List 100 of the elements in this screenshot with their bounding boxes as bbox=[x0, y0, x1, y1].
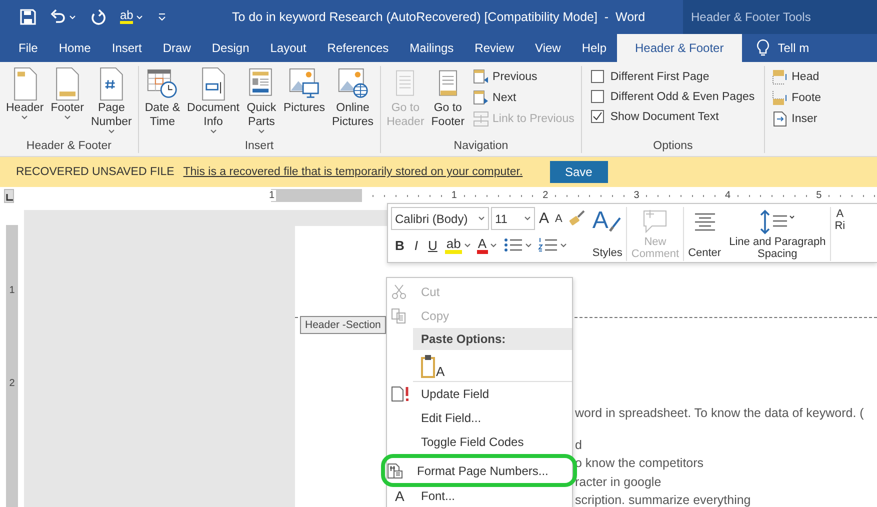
undo-button[interactable] bbox=[50, 9, 76, 25]
ribbon-tab[interactable]: Design bbox=[201, 34, 260, 62]
ribbon-tab[interactable]: Draw bbox=[152, 34, 202, 62]
format-painter-icon bbox=[568, 210, 586, 228]
menu-item[interactable]: Update Field bbox=[387, 382, 572, 406]
ruler-number: 4 bbox=[724, 190, 732, 201]
checkbox-label: Show Document Text bbox=[610, 110, 719, 122]
checkbox[interactable] bbox=[591, 90, 604, 103]
menu-item[interactable]: A Font... bbox=[387, 484, 572, 507]
ribbon-button[interactable]: Go to Footer bbox=[428, 66, 468, 130]
ribbon-tab[interactable]: Layout bbox=[260, 34, 317, 62]
scissors-icon bbox=[391, 284, 407, 300]
ribbon-button[interactable]: Next bbox=[470, 88, 576, 108]
ruler-number: 1 bbox=[8, 285, 16, 296]
next-section-icon bbox=[472, 90, 489, 106]
lightbulb-icon bbox=[756, 39, 770, 57]
caret-icon bbox=[136, 14, 144, 20]
grow-font-button[interactable]: A bbox=[537, 208, 552, 230]
calendar-clock-icon bbox=[146, 67, 178, 101]
ribbon-button[interactable]: Online Pictures bbox=[329, 66, 377, 130]
group-label: Header & Footer bbox=[26, 139, 112, 153]
ribbon-button[interactable]: Head bbox=[770, 67, 824, 87]
ribbon-button[interactable]: Previous bbox=[470, 67, 576, 87]
header-section-tag: Header -Section bbox=[300, 316, 386, 334]
ribbon-tab[interactable]: Header & Footer bbox=[617, 34, 742, 62]
body-text: d bbox=[575, 436, 583, 454]
picture-monitor-icon bbox=[288, 67, 320, 101]
undo-icon bbox=[50, 9, 66, 25]
menu-item[interactable]: Edit Field... bbox=[387, 406, 572, 430]
ribbon-button[interactable]: Quick Parts bbox=[243, 66, 280, 135]
caret-icon bbox=[524, 216, 531, 221]
shrink-font-button[interactable]: A bbox=[553, 208, 564, 230]
tab-stop-icon bbox=[5, 194, 13, 202]
italic-button[interactable]: I bbox=[410, 234, 422, 256]
font-name-field[interactable]: Calibri (Body) bbox=[391, 207, 489, 230]
group-label: Insert bbox=[244, 139, 274, 153]
ribbon-button[interactable]: Inser bbox=[770, 109, 824, 129]
ribbon-button[interactable]: Footer bbox=[48, 66, 87, 121]
group-label: Options bbox=[653, 139, 693, 153]
ruler-number: 3 bbox=[632, 190, 640, 201]
ribbon-tab[interactable]: Insert bbox=[101, 34, 152, 62]
toolbar-button[interactable]: Line and Paragraph Spacing bbox=[725, 207, 830, 261]
checkbox-label: Different Odd & Even Pages bbox=[610, 90, 755, 102]
header-position-icon bbox=[772, 69, 788, 85]
toolbar-button[interactable]: Center bbox=[683, 207, 726, 261]
ribbon-tab[interactable]: Review bbox=[464, 34, 525, 62]
toolbar-button[interactable]: A Ri bbox=[830, 207, 850, 261]
numbered-list-icon bbox=[538, 237, 558, 253]
menu-section-label: Paste Options: bbox=[413, 328, 572, 350]
paste-keep-text-button[interactable]: A bbox=[421, 354, 445, 378]
bullet-list-icon bbox=[502, 237, 523, 253]
group-label: Navigation bbox=[454, 139, 508, 153]
ribbon-tab[interactable]: View bbox=[524, 34, 572, 62]
toolbar-button[interactable]: A Styles bbox=[588, 207, 626, 261]
menu-item[interactable]: Format Page Numbers... bbox=[381, 454, 577, 487]
tell-me-button[interactable]: Tell m bbox=[742, 34, 810, 62]
font-size-field[interactable]: 11 bbox=[491, 207, 535, 230]
context-tab-group: Header & Footer Tools bbox=[683, 0, 877, 34]
save-button[interactable] bbox=[20, 9, 36, 25]
update-field-icon bbox=[391, 386, 411, 402]
tab-selector[interactable] bbox=[4, 189, 14, 203]
ruler-number: 1 bbox=[268, 190, 276, 201]
customize-icon bbox=[157, 11, 168, 23]
insert-tab-icon bbox=[772, 111, 788, 127]
caret-icon bbox=[560, 242, 567, 248]
repeat-button[interactable] bbox=[90, 9, 106, 25]
underline-button[interactable]: U bbox=[424, 234, 442, 256]
ribbon-button[interactable]: Date & Time bbox=[142, 66, 184, 130]
ribbon-tab[interactable]: Mailings bbox=[399, 34, 464, 62]
message-link[interactable]: This is a recovered file that is temporarily stored on your computer. bbox=[183, 166, 523, 178]
ribbon-tab[interactable]: References bbox=[316, 34, 400, 62]
footer-position-icon bbox=[772, 90, 788, 106]
ribbon-button[interactable]: Foote bbox=[770, 88, 824, 108]
font-color-button[interactable]: A bbox=[474, 234, 499, 256]
ribbon-button[interactable]: Page Number bbox=[88, 66, 135, 135]
ruler-number: 2 bbox=[8, 378, 16, 389]
ribbon-button[interactable]: Document Info bbox=[184, 66, 242, 135]
ribbon-button[interactable]: Header bbox=[3, 66, 47, 121]
customize-button[interactable] bbox=[157, 11, 168, 23]
highlight-button[interactable]: ab bbox=[443, 234, 473, 256]
ribbon-tab[interactable]: File bbox=[8, 34, 48, 62]
ribbon-button[interactable]: Pictures bbox=[280, 66, 328, 116]
caret-icon bbox=[464, 242, 471, 248]
menu-item[interactable]: Toggle Field Codes bbox=[387, 430, 572, 454]
link-sections-icon bbox=[472, 111, 489, 127]
caret-icon bbox=[478, 216, 485, 221]
repeat-icon bbox=[90, 9, 106, 25]
save-button[interactable]: Save bbox=[550, 161, 608, 183]
spelling-button[interactable]: ab bbox=[120, 10, 144, 24]
body-text: racter in google bbox=[575, 474, 662, 491]
ribbon-tab[interactable]: Help bbox=[571, 34, 618, 62]
bold-button[interactable]: B bbox=[391, 234, 408, 256]
ribbon-tab[interactable]: Home bbox=[48, 34, 102, 62]
ruler-number: 5 bbox=[815, 190, 823, 201]
checkbox[interactable] bbox=[591, 110, 604, 123]
copy-icon bbox=[391, 308, 407, 324]
checkbox[interactable] bbox=[591, 70, 604, 83]
checkbox-label: Different First Page bbox=[610, 70, 710, 82]
check-icon bbox=[592, 111, 604, 122]
body-text: scription. summarize everything bbox=[575, 492, 752, 507]
